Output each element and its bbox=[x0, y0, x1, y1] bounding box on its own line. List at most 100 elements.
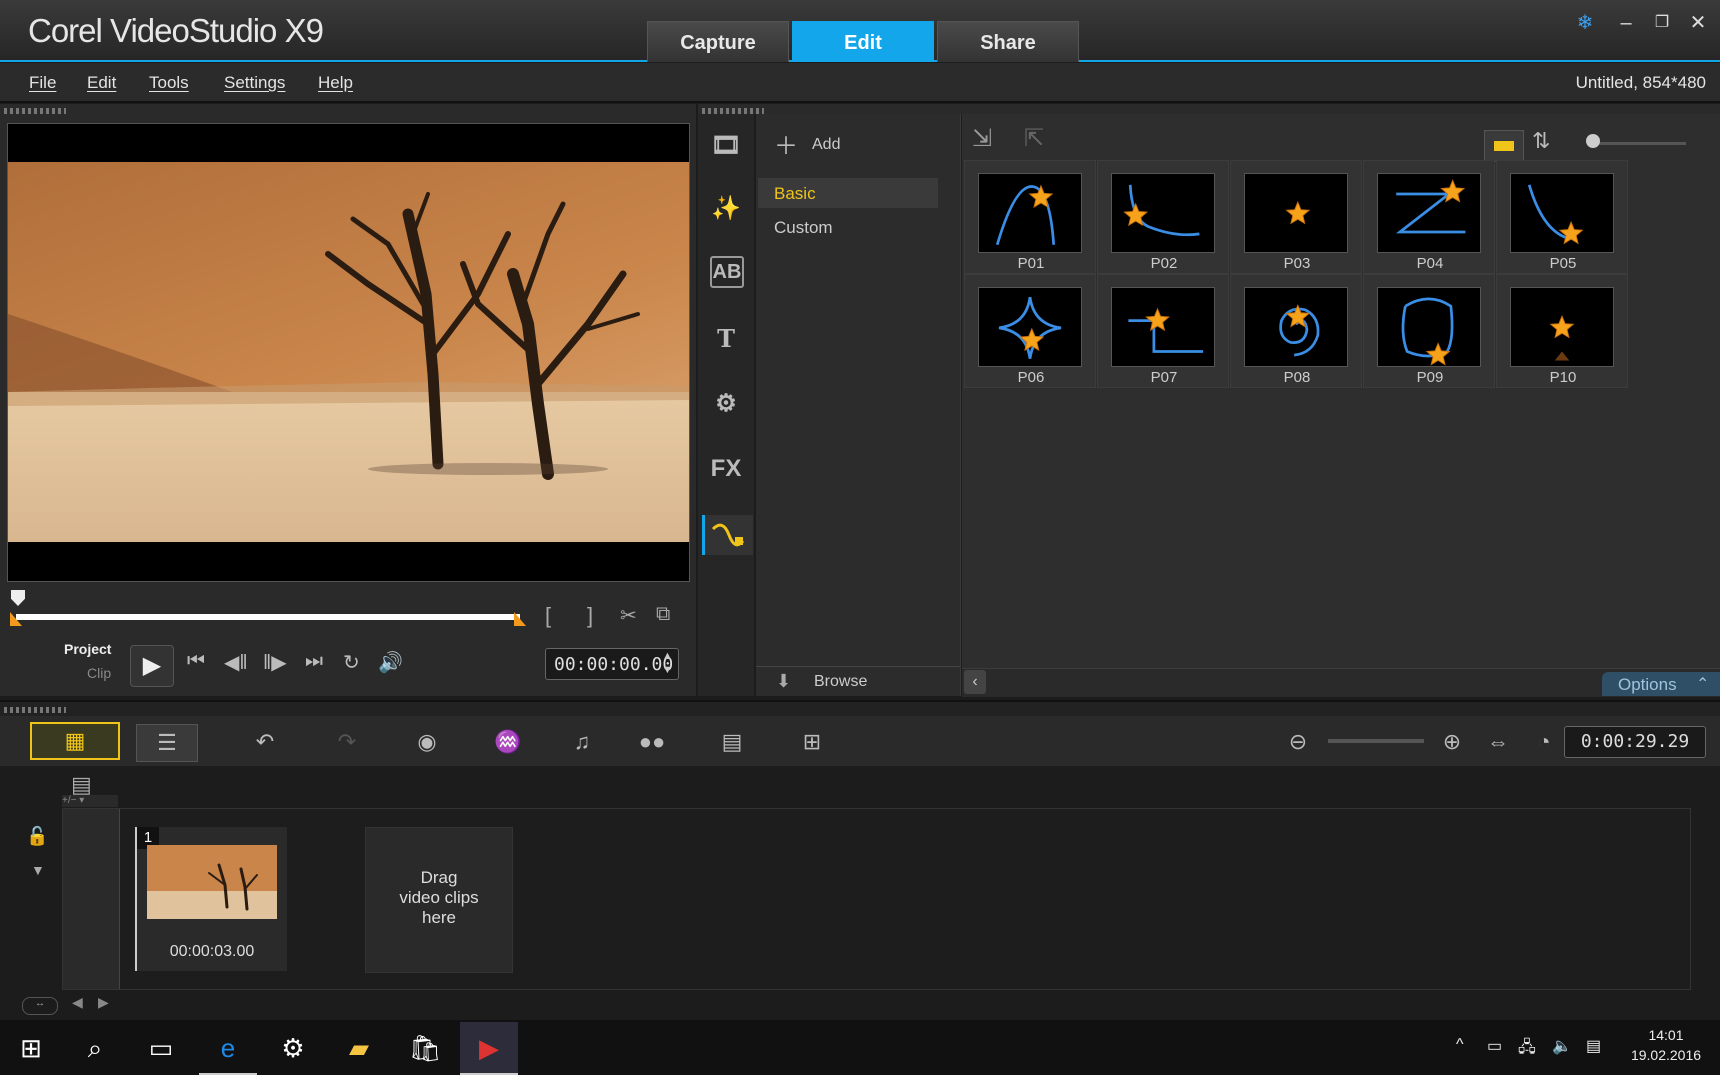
show-hidden-icons-icon[interactable]: ^ bbox=[1456, 1036, 1464, 1054]
filter-icon[interactable]: FX bbox=[706, 451, 746, 487]
path-item[interactable]: P03 bbox=[1230, 160, 1362, 274]
settings-snowflake-icon[interactable]: ❄ bbox=[1572, 10, 1598, 36]
menu-edit[interactable]: Edit bbox=[87, 73, 116, 93]
menu-tools[interactable]: Tools bbox=[149, 73, 189, 93]
add-label[interactable]: Add bbox=[812, 136, 840, 154]
transition-icon[interactable]: AB bbox=[710, 256, 744, 288]
subtitle-editor-icon[interactable]: ▤ bbox=[702, 724, 762, 760]
title-icon[interactable]: T bbox=[706, 321, 746, 357]
enlarge-preview-icon[interactable]: ⧉ bbox=[656, 603, 670, 626]
previous-frame-icon[interactable]: ◀‖ bbox=[224, 650, 248, 675]
category-custom[interactable]: Custom bbox=[774, 218, 833, 238]
track-add-remove[interactable]: +/− ▾ bbox=[62, 795, 118, 807]
preview-window[interactable] bbox=[7, 123, 690, 582]
end-icon[interactable]: ⏭ bbox=[305, 650, 323, 673]
path-item[interactable]: P06 bbox=[964, 274, 1096, 388]
slider-handle[interactable] bbox=[1586, 134, 1600, 148]
path-item[interactable]: P07 bbox=[1097, 274, 1229, 388]
options-button[interactable]: Options ⌃ bbox=[1602, 672, 1720, 696]
speaker-icon[interactable]: 🔈 bbox=[1552, 1036, 1572, 1056]
path-item[interactable]: P02 bbox=[1097, 160, 1229, 274]
repeat-icon[interactable]: ↻ bbox=[343, 650, 360, 675]
edge-browser-icon[interactable]: e bbox=[199, 1022, 257, 1075]
steam-icon[interactable]: ⚙ bbox=[264, 1022, 322, 1075]
redo-icon[interactable]: ↷ bbox=[317, 724, 377, 760]
media-icon[interactable]: 🎞 bbox=[706, 128, 746, 164]
close-icon[interactable]: ✕ bbox=[1685, 10, 1711, 36]
graphic-icon[interactable]: ⚙ bbox=[706, 386, 746, 422]
windows-start-icon[interactable]: ⊞ bbox=[2, 1022, 60, 1075]
library-categories: ＋ Add Basic Custom ⬇ Browse bbox=[756, 114, 961, 696]
mark-in-button[interactable]: [ bbox=[545, 603, 551, 629]
panel-grip[interactable] bbox=[4, 707, 66, 713]
tab-capture[interactable]: Capture bbox=[647, 21, 789, 62]
clock[interactable]: 14:01 19.02.2016 bbox=[1625, 1027, 1707, 1063]
store-icon[interactable]: 🛍 bbox=[396, 1022, 454, 1075]
sound-mixer-icon[interactable]: ♒ bbox=[478, 724, 538, 760]
panel-grip[interactable] bbox=[4, 108, 66, 114]
motion-tracking-icon[interactable]: ●● bbox=[622, 724, 682, 760]
multi-camera-icon[interactable]: ⊞ bbox=[782, 724, 842, 760]
category-basic[interactable]: Basic bbox=[758, 178, 938, 208]
path-item[interactable]: P05 bbox=[1496, 160, 1628, 274]
export-icon[interactable]: ⇱ bbox=[1024, 124, 1044, 153]
menu-help[interactable]: Help bbox=[318, 73, 353, 93]
menu-file[interactable]: File bbox=[29, 73, 56, 93]
battery-icon[interactable]: ▭ bbox=[1487, 1036, 1502, 1056]
path-item[interactable]: P08 bbox=[1230, 274, 1362, 388]
path-preview-icon bbox=[995, 184, 1056, 246]
library-header bbox=[698, 104, 1720, 114]
drop-zone[interactable]: Drag video clips here bbox=[365, 827, 513, 973]
minimize-icon[interactable]: – bbox=[1613, 10, 1639, 36]
track-toggle-icon[interactable]: ↔ bbox=[22, 997, 58, 1015]
scroll-left-icon[interactable]: ◀ bbox=[72, 994, 83, 1011]
path-item[interactable]: P04 bbox=[1363, 160, 1495, 274]
storyboard-view-button[interactable]: ▦ bbox=[30, 722, 120, 760]
track-dropdown-icon[interactable]: ▼ bbox=[31, 862, 45, 878]
record-capture-icon[interactable]: ◉ bbox=[397, 724, 457, 760]
timecode-field[interactable]: 00:00:00.00 bbox=[545, 648, 679, 680]
mode-project-label[interactable]: Project bbox=[64, 641, 111, 657]
restore-icon[interactable]: ❐ bbox=[1649, 10, 1675, 36]
path-item[interactable]: P10 bbox=[1496, 274, 1628, 388]
sort-icon[interactable]: ⇅ bbox=[1532, 128, 1550, 154]
play-button[interactable]: ▶ bbox=[130, 645, 174, 687]
volume-icon[interactable]: 🔊 bbox=[378, 650, 403, 675]
task-view-icon[interactable]: ▭ bbox=[132, 1022, 190, 1075]
tab-share[interactable]: Share bbox=[937, 21, 1079, 62]
collapse-left-icon[interactable]: ‹ bbox=[964, 670, 986, 694]
zoom-out-icon[interactable]: ⊖ bbox=[1268, 724, 1328, 760]
lock-track-icon[interactable]: 🔓 bbox=[26, 826, 48, 847]
path-item[interactable]: P01 bbox=[964, 160, 1096, 274]
timecode-stepper[interactable]: ▲ ▼ bbox=[662, 649, 673, 677]
next-frame-icon[interactable]: ‖▶ bbox=[263, 650, 287, 675]
storyboard-area[interactable]: 1 00:00:03.00 Drag video clips here bbox=[62, 808, 1691, 990]
mark-out-button[interactable]: ] bbox=[587, 603, 593, 629]
mode-clip-label[interactable]: Clip bbox=[87, 665, 111, 681]
file-explorer-icon[interactable]: ▰ bbox=[330, 1022, 388, 1075]
videostudio-taskbar-icon[interactable]: ▶ bbox=[460, 1022, 518, 1075]
scroll-right-icon[interactable]: ▶ bbox=[98, 994, 109, 1011]
instant-project-icon[interactable]: ✨ bbox=[706, 191, 746, 227]
zoom-slider[interactable] bbox=[1328, 739, 1424, 743]
scrub-bar[interactable] bbox=[16, 614, 520, 620]
search-icon[interactable]: ⌕ bbox=[66, 1022, 124, 1075]
timeline-view-button[interactable]: ☰ bbox=[136, 724, 198, 762]
tab-edit[interactable]: Edit bbox=[792, 21, 934, 62]
auto-music-icon[interactable]: ♫ bbox=[552, 724, 612, 760]
add-icon[interactable]: ＋ bbox=[774, 126, 798, 161]
browse-button[interactable]: ⬇ Browse bbox=[756, 666, 960, 697]
view-thumbnail-button[interactable] bbox=[1484, 130, 1524, 162]
notifications-icon[interactable]: ▤ bbox=[1586, 1036, 1601, 1056]
split-clip-icon[interactable]: ✂ bbox=[620, 603, 637, 628]
thumbnail-size-slider[interactable] bbox=[1590, 142, 1686, 145]
path-item[interactable]: P09 bbox=[1363, 274, 1495, 388]
clip-1[interactable]: 1 00:00:03.00 bbox=[135, 827, 287, 971]
menu-settings[interactable]: Settings bbox=[224, 73, 285, 93]
path-tab-selected[interactable] bbox=[702, 515, 753, 555]
import-icon[interactable]: ⇲ bbox=[972, 124, 992, 153]
undo-icon[interactable]: ↶ bbox=[235, 724, 295, 760]
home-icon[interactable]: ⏮ bbox=[187, 650, 205, 673]
network-icon[interactable]: 🖧 bbox=[1518, 1036, 1536, 1063]
drop-hint-line-1: Drag bbox=[420, 868, 458, 887]
